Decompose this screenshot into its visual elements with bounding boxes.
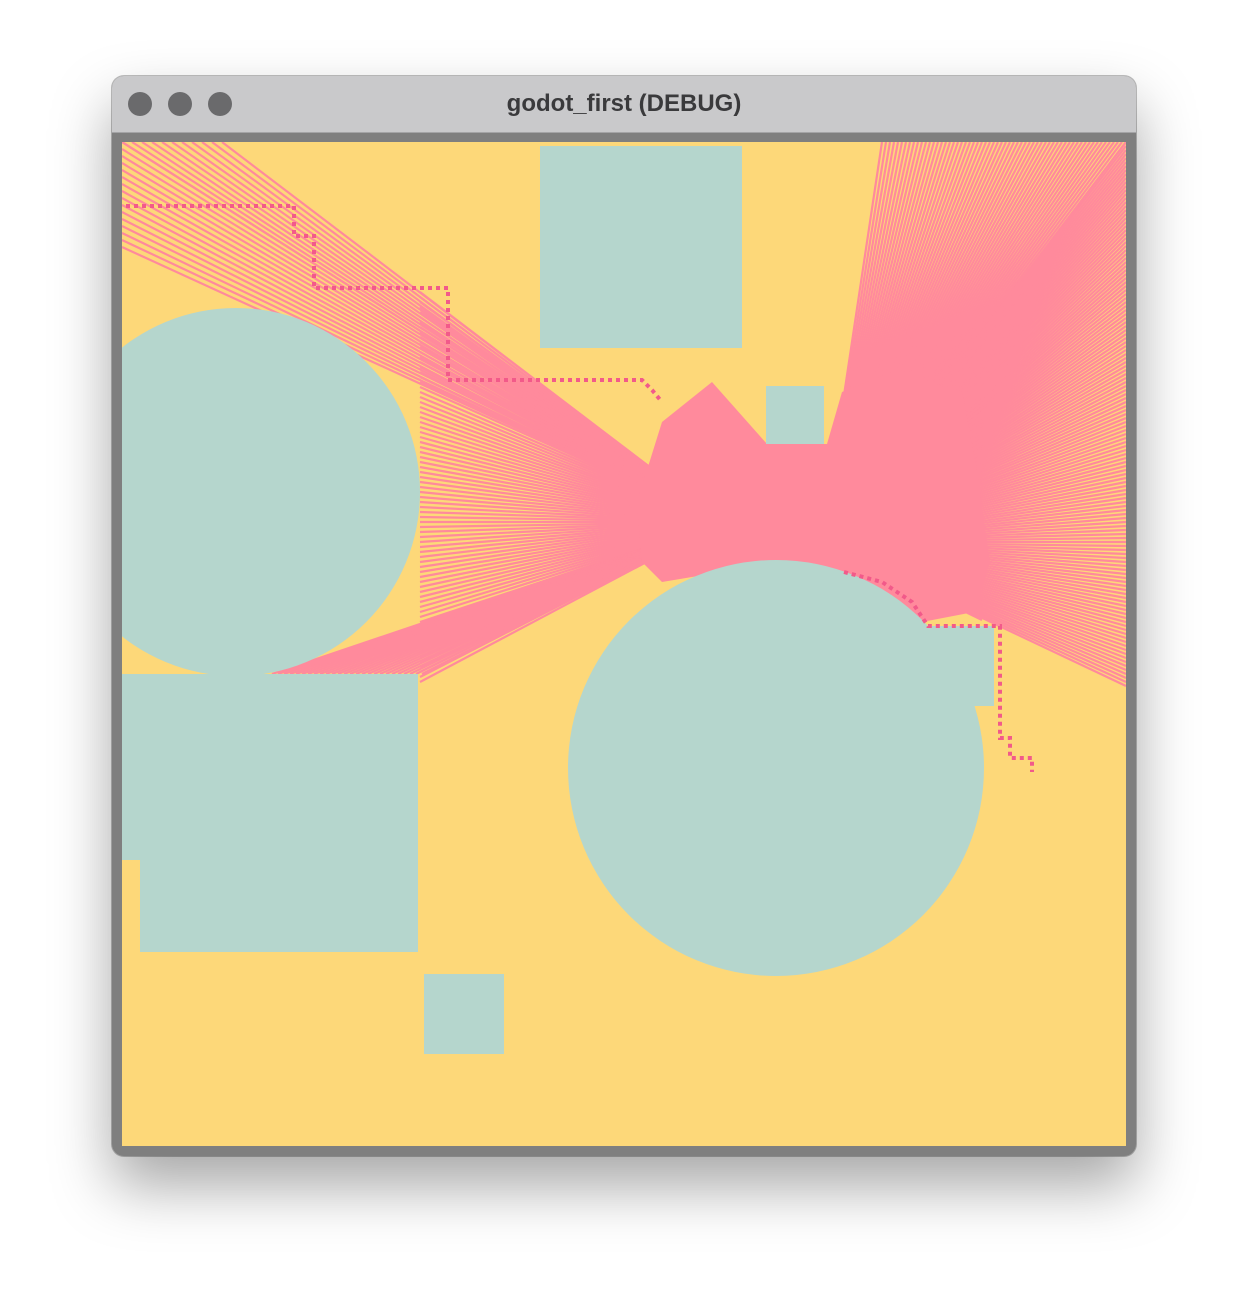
scene-canvas[interactable] xyxy=(122,142,1126,1146)
obstacle-square-small xyxy=(766,386,824,444)
window-title: godot_first (DEBUG) xyxy=(506,90,742,117)
title-bar[interactable]: godot_first (DEBUG) xyxy=(112,76,1136,133)
obstacle-square-bottom-left xyxy=(140,674,418,952)
obstacle-square-right xyxy=(922,626,994,706)
obstacle-square-top xyxy=(540,146,742,348)
game-window: godot_first (DEBUG) xyxy=(112,76,1136,1156)
obstacle-circle-center xyxy=(568,560,984,976)
obstacle-square-bottom xyxy=(424,974,504,1054)
game-viewport[interactable] xyxy=(122,142,1126,1146)
